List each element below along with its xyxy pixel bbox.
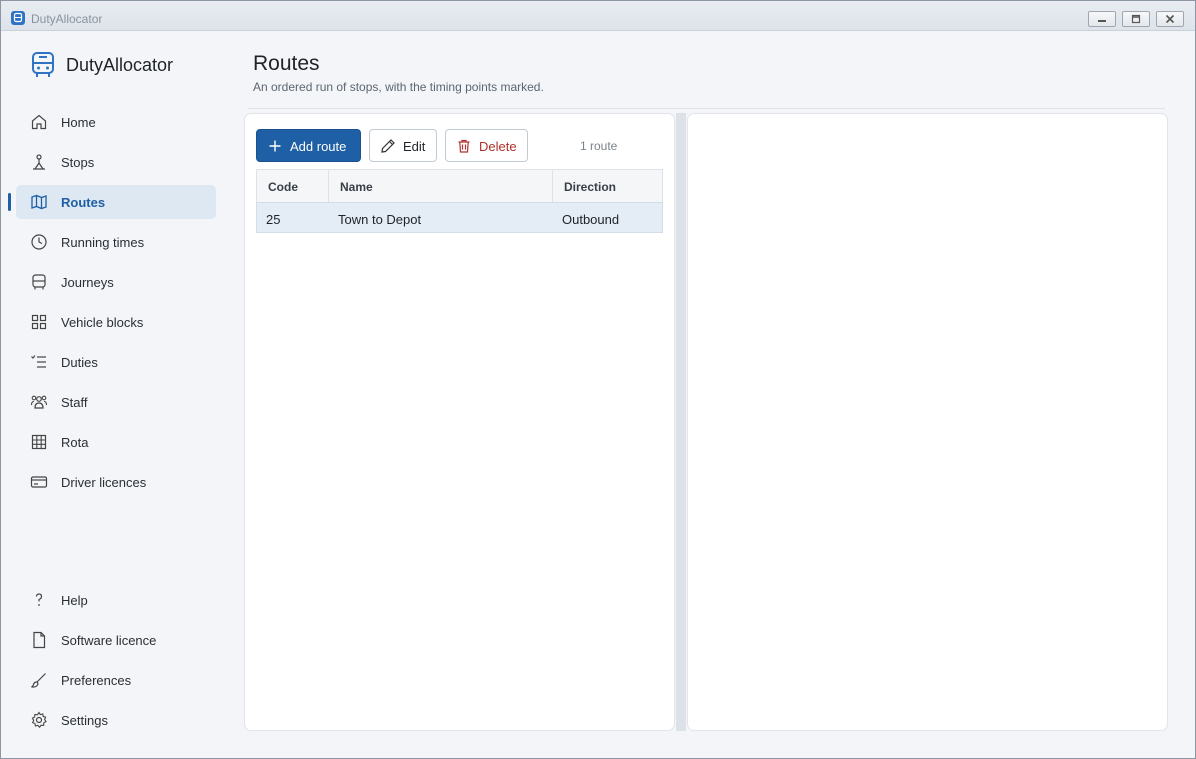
nav-label-help: Help xyxy=(61,593,88,608)
bus-icon xyxy=(32,274,46,290)
people-icon xyxy=(30,395,48,409)
cell-name: Town to Depot xyxy=(338,212,422,227)
card-icon xyxy=(30,476,48,488)
nav-label-software-licence: Software licence xyxy=(61,633,157,648)
nav-label-driver-licences: Driver licences xyxy=(61,475,147,490)
title-bar[interactable]: DutyAllocator xyxy=(1,1,1195,31)
stop-icon xyxy=(33,154,45,170)
table-header: Code Name Direction xyxy=(256,169,663,203)
delete-label: Delete xyxy=(479,139,517,154)
pencil-icon xyxy=(381,139,395,153)
column-separator[interactable] xyxy=(552,170,553,202)
nav-label-journeys: Journeys xyxy=(61,275,114,290)
table-row[interactable]: 25 Town to Depot Outbound xyxy=(256,202,663,233)
column-header-direction[interactable]: Direction xyxy=(564,180,616,194)
column-header-name[interactable]: Name xyxy=(340,180,373,194)
maximize-button[interactable] xyxy=(1122,11,1150,27)
app-logo-icon xyxy=(11,11,25,25)
page-title: Routes xyxy=(253,52,320,75)
home-icon xyxy=(31,114,47,130)
nav-item-software-licence[interactable]: Software licence xyxy=(16,623,216,657)
document-icon xyxy=(33,631,46,649)
grid-icon xyxy=(31,314,47,330)
brush-icon xyxy=(31,673,46,688)
nav-item-driver-licences[interactable]: Driver licences xyxy=(16,465,216,499)
window-title: DutyAllocator xyxy=(31,12,103,26)
nav-item-help[interactable]: Help xyxy=(16,583,216,617)
trash-icon xyxy=(458,139,470,153)
page-subtitle: An ordered run of stops, with the timing… xyxy=(253,80,544,94)
clock-icon xyxy=(31,234,47,250)
nav-label-home: Home xyxy=(61,115,96,130)
nav-item-routes[interactable]: Routes xyxy=(8,185,216,219)
nav-label-staff: Staff xyxy=(61,395,88,410)
cell-code: 25 xyxy=(266,212,281,227)
nav-label-vehicle-blocks: Vehicle blocks xyxy=(61,315,144,330)
nav-label-settings: Settings xyxy=(61,713,108,728)
close-button[interactable] xyxy=(1156,11,1184,27)
edit-button[interactable]: Edit xyxy=(369,129,437,162)
delete-button[interactable]: Delete xyxy=(445,129,528,162)
nav-label-duties: Duties xyxy=(61,355,98,370)
panel-splitter[interactable] xyxy=(676,113,686,731)
minimize-button[interactable] xyxy=(1088,11,1116,27)
nav-item-rota[interactable]: Rota xyxy=(16,425,216,459)
map-icon xyxy=(31,194,47,210)
header-divider xyxy=(248,108,1165,109)
column-header-code[interactable]: Code xyxy=(268,180,298,194)
nav-item-stops[interactable]: Stops xyxy=(16,145,216,179)
nav-label-stops: Stops xyxy=(61,155,95,170)
column-separator[interactable] xyxy=(328,170,329,202)
cell-direction: Outbound xyxy=(562,212,620,227)
table-icon xyxy=(31,434,47,450)
nav-item-vehicle-blocks[interactable]: Vehicle blocks xyxy=(16,305,216,339)
add-route-label: Add route xyxy=(290,139,347,154)
add-route-button[interactable]: Add route xyxy=(256,129,361,162)
plus-icon xyxy=(269,140,281,152)
nav-label-preferences: Preferences xyxy=(61,673,132,688)
nav-item-settings[interactable]: Settings xyxy=(16,703,216,737)
nav-item-running-times[interactable]: Running times xyxy=(16,225,216,259)
question-icon xyxy=(35,593,43,606)
nav-item-staff[interactable]: Staff xyxy=(16,385,216,419)
nav-label-routes: Routes xyxy=(61,195,106,210)
nav-label-rota: Rota xyxy=(61,435,89,450)
nav-item-home[interactable]: Home xyxy=(16,105,216,139)
nav-item-journeys[interactable]: Journeys xyxy=(16,265,216,299)
nav-item-preferences[interactable]: Preferences xyxy=(16,663,216,697)
app-name: DutyAllocator xyxy=(66,55,174,75)
gear-icon xyxy=(31,711,47,729)
nav-label-running-times: Running times xyxy=(61,235,145,250)
route-detail-panel xyxy=(687,113,1168,731)
bus-logo-icon xyxy=(32,52,54,77)
route-count: 1 route xyxy=(580,139,618,153)
checklist-icon xyxy=(31,355,46,368)
nav-item-duties[interactable]: Duties xyxy=(16,345,216,379)
sidebar: DutyAllocator Home Stops Routes Running … xyxy=(8,31,224,751)
edit-label: Edit xyxy=(403,139,426,154)
